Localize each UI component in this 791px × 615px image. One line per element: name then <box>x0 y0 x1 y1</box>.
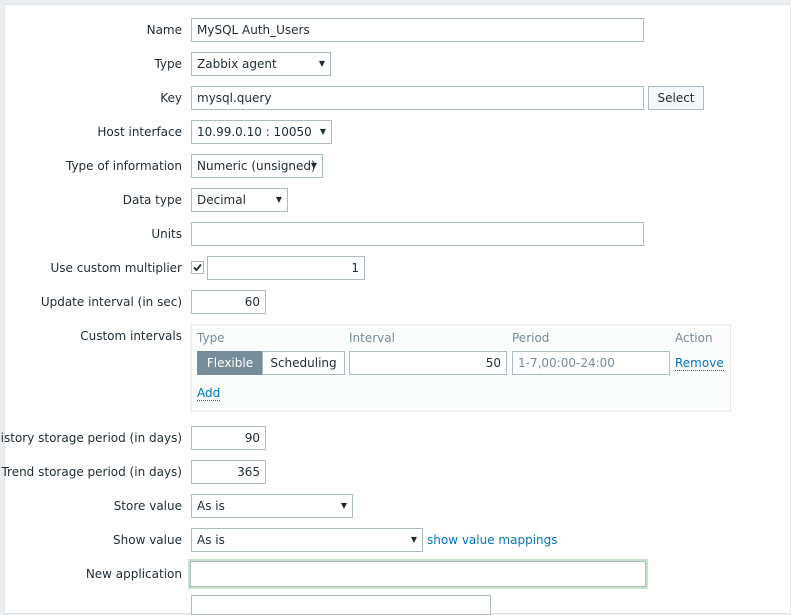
ci-interval-input[interactable]: 50 <box>349 351 507 375</box>
key-input[interactable]: mysql.query <box>191 86 644 110</box>
dropdown-arrow-icon: ▼ <box>340 501 347 510</box>
type-of-information-value: Numeric (unsigned) <box>197 159 316 173</box>
store-value-label: Store value <box>113 499 182 513</box>
applications-list[interactable] <box>191 595 491 615</box>
dropdown-arrow-icon: ▼ <box>310 161 317 170</box>
custom-intervals-label: Custom intervals <box>80 329 182 343</box>
trend-label: Trend storage period (in days) <box>1 465 182 479</box>
name-input[interactable]: MySQL Auth_Users <box>191 18 644 42</box>
type-select[interactable]: Zabbix agent ▼ <box>191 52 331 76</box>
show-value-select[interactable]: As is ▼ <box>191 528 423 552</box>
ci-type-scheduling[interactable]: Scheduling <box>262 351 345 375</box>
key-select-button[interactable]: Select <box>648 86 704 110</box>
type-of-information-select[interactable]: Numeric (unsigned) ▼ <box>191 154 323 178</box>
host-interface-select[interactable]: 10.99.0.10 : 10050 ▼ <box>191 120 332 144</box>
dropdown-arrow-icon: ▼ <box>275 195 282 204</box>
dropdown-arrow-icon: ▼ <box>319 127 326 136</box>
show-value-label: Show value <box>113 533 182 547</box>
key-label: Key <box>160 91 182 105</box>
ci-period-value: 1-7,00:00-24:00 <box>518 356 615 370</box>
ci-period-input[interactable]: 1-7,00:00-24:00 <box>512 351 670 375</box>
history-label: History storage period (in days) <box>0 431 182 445</box>
data-type-label: Data type <box>122 193 182 207</box>
ci-type-flexible[interactable]: Flexible <box>197 351 263 375</box>
dropdown-arrow-icon: ▼ <box>410 535 417 544</box>
ci-remove-link[interactable]: Remove <box>675 356 724 371</box>
type-label: Type <box>154 57 182 71</box>
ci-header-interval: Interval <box>349 331 395 345</box>
custom-multiplier-input[interactable]: 1 <box>207 256 365 280</box>
ci-header-action: Action <box>675 331 713 345</box>
data-type-value: Decimal <box>197 193 246 207</box>
store-value-select[interactable]: As is ▼ <box>191 494 353 518</box>
data-type-select[interactable]: Decimal ▼ <box>191 188 288 212</box>
new-application-label: New application <box>85 567 182 581</box>
show-value-mappings-link[interactable]: show value mappings <box>427 533 558 547</box>
ci-header-type: Type <box>197 331 225 345</box>
update-interval-input[interactable]: 60 <box>191 290 266 314</box>
history-input[interactable]: 90 <box>191 426 266 450</box>
store-value-value: As is <box>197 499 225 513</box>
show-value-value: As is <box>197 533 225 547</box>
ci-header-period: Period <box>512 331 550 345</box>
checkmark-icon <box>193 263 202 272</box>
units-label: Units <box>151 227 182 241</box>
ci-add-link[interactable]: Add <box>197 386 221 401</box>
custom-multiplier-checkbox[interactable] <box>191 261 204 274</box>
name-label: Name <box>146 23 182 37</box>
custom-multiplier-label: Use custom multiplier <box>50 261 182 275</box>
host-interface-value: 10.99.0.10 : 10050 <box>197 125 312 139</box>
trend-input[interactable]: 365 <box>191 460 266 484</box>
host-interface-label: Host interface <box>97 125 182 139</box>
dropdown-arrow-icon: ▼ <box>318 59 325 68</box>
type-select-value: Zabbix agent <box>197 57 277 71</box>
units-input[interactable] <box>191 222 644 246</box>
new-application-input[interactable] <box>188 559 648 589</box>
update-interval-label: Update interval (in sec) <box>40 295 182 309</box>
type-of-information-label: Type of information <box>65 159 182 173</box>
